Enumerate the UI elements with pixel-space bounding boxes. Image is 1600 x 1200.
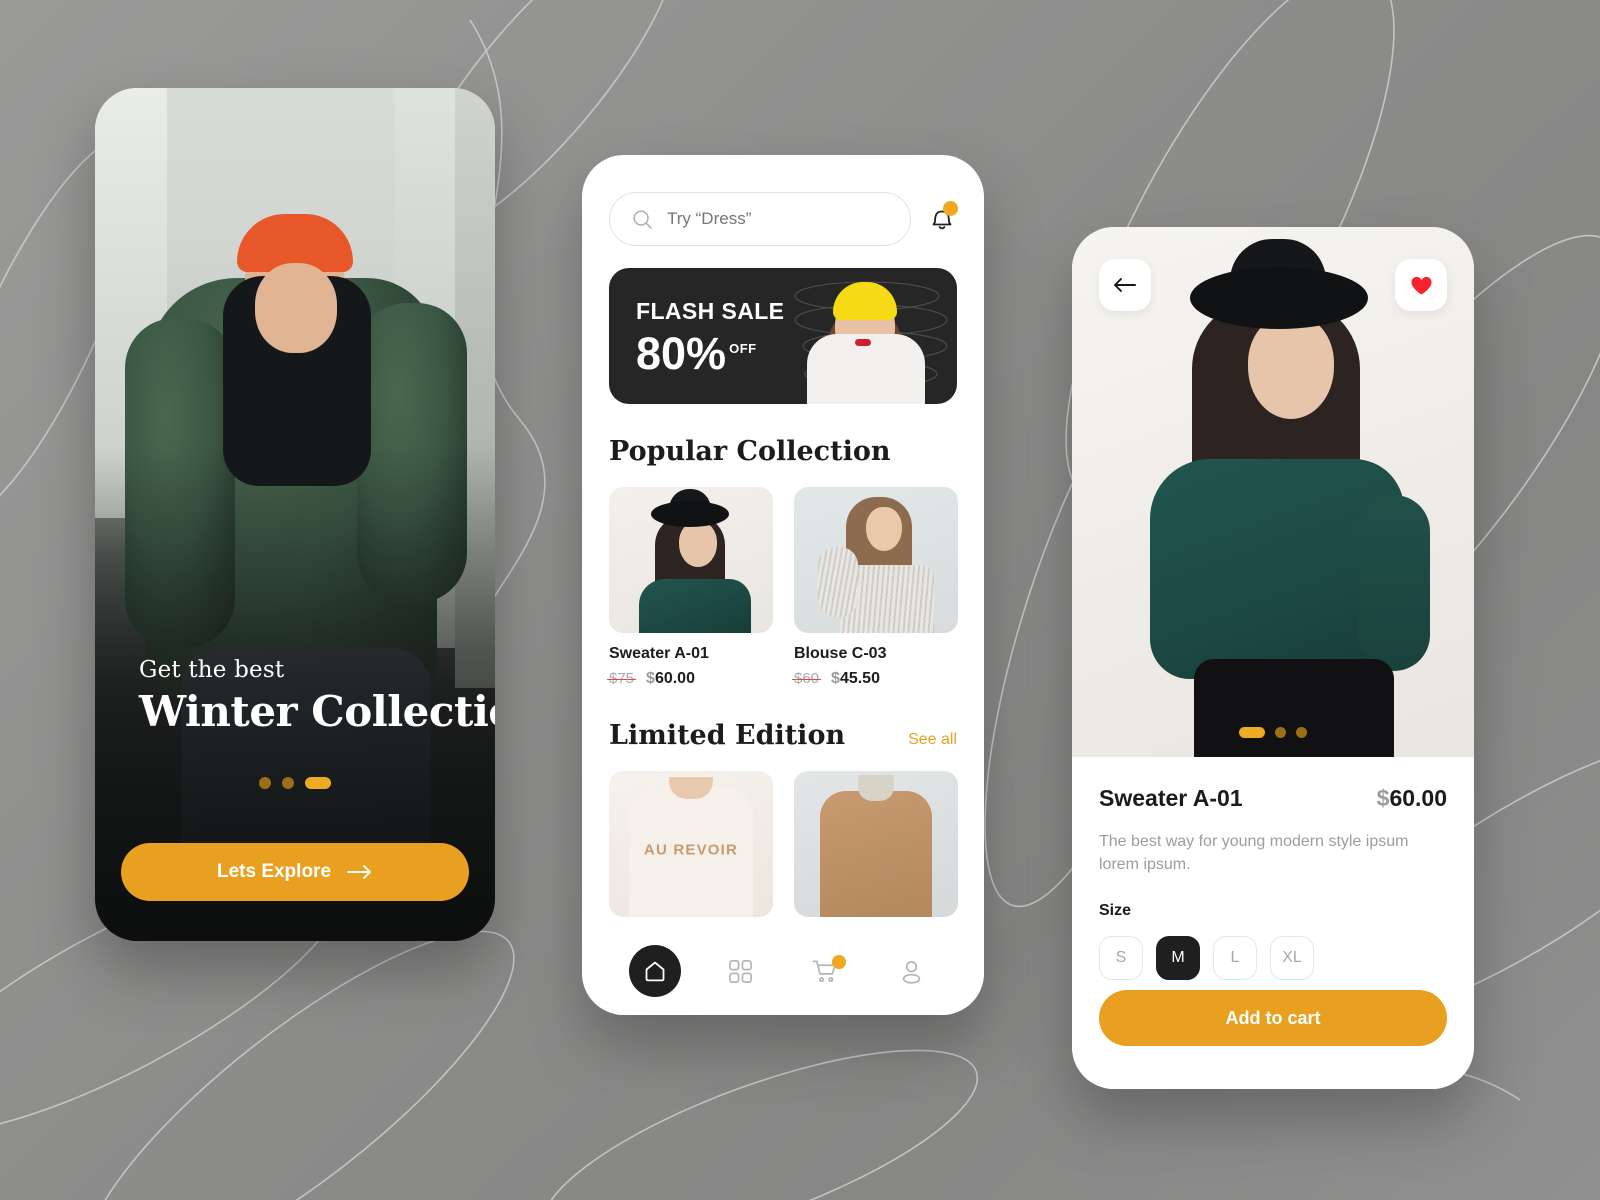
size-option-xl[interactable]: XL <box>1270 936 1314 981</box>
product-price: $60.00 <box>1377 785 1447 812</box>
product-description: The best way for young modern style ipsu… <box>1099 833 1409 874</box>
favorite-button[interactable] <box>1395 259 1447 311</box>
product-card[interactable]: AU REVOIR <box>609 771 773 917</box>
size-option-m[interactable]: M <box>1156 936 1200 981</box>
section-title-limited: Limited Edition <box>609 720 846 751</box>
banner-model-image <box>789 282 939 404</box>
user-icon <box>902 960 920 984</box>
carousel-dot[interactable] <box>259 777 271 789</box>
product-card[interactable] <box>794 771 958 917</box>
search-row <box>609 192 958 246</box>
product-detail-screen: Sweater A-01 $60.00 The best way for you… <box>1072 227 1474 1089</box>
product-name: Blouse C-03 <box>794 645 887 662</box>
arrow-left-icon <box>1114 278 1136 292</box>
currency-symbol: $ <box>1376 785 1390 811</box>
size-option-s[interactable]: S <box>1099 936 1143 981</box>
product-image <box>794 487 958 633</box>
tab-cart[interactable] <box>800 945 852 997</box>
flash-sale-percent: 80% <box>636 328 727 379</box>
currency-symbol: $ <box>831 670 840 687</box>
product-old-price: $60 <box>791 670 822 687</box>
product-info-panel: Sweater A-01 $60.00 The best way for you… <box>1072 757 1474 1089</box>
back-button[interactable] <box>1099 259 1151 311</box>
product-price-row: $75 $60.00 <box>606 670 773 688</box>
tab-home[interactable] <box>628 945 681 997</box>
price-value: 45.50 <box>839 670 880 687</box>
flash-sale-title: FLASH SALE <box>636 298 785 324</box>
product-price-row: $60 $45.50 <box>791 670 958 688</box>
product-image-dots[interactable] <box>1072 727 1474 738</box>
hero-title: Winter Collection <box>139 687 495 736</box>
product-grid-limited: AU REVOIR <box>609 771 958 917</box>
product-price: $45.50 <box>831 670 880 688</box>
flash-sale-off-label: OFF <box>729 341 757 356</box>
carousel-dot[interactable] <box>1296 727 1307 738</box>
product-name: Sweater A-01 <box>1099 785 1243 811</box>
lets-explore-button[interactable]: Lets Explore <box>121 843 469 901</box>
tab-categories[interactable] <box>714 945 766 997</box>
carousel-dot[interactable] <box>1275 727 1286 738</box>
product-price: $60.00 <box>646 670 695 688</box>
notification-button[interactable] <box>927 201 958 236</box>
bottom-navigation <box>582 927 984 1015</box>
product-image <box>609 487 773 633</box>
price-value: 60.00 <box>1389 785 1447 811</box>
carousel-dot-active[interactable] <box>1239 727 1265 738</box>
see-all-link[interactable]: See all <box>908 731 957 749</box>
search-icon <box>633 209 652 229</box>
product-image: AU REVOIR <box>609 771 773 917</box>
add-to-cart-button[interactable]: Add to cart <box>1099 990 1447 1046</box>
lets-explore-label: Lets Explore <box>216 861 332 882</box>
cart-badge <box>831 955 846 969</box>
flash-sale-percent-wrap: 80% OFF <box>636 331 757 376</box>
size-selector: S M L XL <box>1099 936 1447 981</box>
heart-icon <box>1410 276 1432 295</box>
hero-kicker: Get the best <box>139 657 285 683</box>
hero-text-block: Get the best Winter Collection <box>139 657 495 736</box>
product-graphic-text: AU REVOIR <box>643 841 739 859</box>
flash-sale-banner[interactable]: FLASH SALE 80% OFF <box>609 268 957 404</box>
banner-text-block: FLASH SALE 80% OFF <box>636 298 784 376</box>
hero-image <box>95 88 495 941</box>
search-input[interactable] <box>667 209 888 229</box>
product-grid-popular: Sweater A-01 $75 $60.00 Blouse C-03 $60 <box>606 487 958 688</box>
product-image <box>794 771 958 917</box>
size-option-l[interactable]: L <box>1213 936 1257 981</box>
product-name: Sweater A-01 <box>609 645 709 662</box>
onboarding-carousel-dots[interactable] <box>95 777 495 789</box>
search-box[interactable] <box>609 192 911 246</box>
currency-symbol: $ <box>646 670 655 687</box>
section-title-popular: Popular Collection <box>609 436 891 467</box>
onboarding-screen: Get the best Winter Collection Lets Expl… <box>95 88 495 941</box>
price-value: 60.00 <box>654 670 695 687</box>
section-header-limited: Limited Edition See all <box>609 720 957 751</box>
home-icon <box>645 961 665 982</box>
product-card[interactable]: Blouse C-03 $60 $45.50 <box>791 487 958 688</box>
grid-icon <box>728 959 752 983</box>
size-label: Size <box>1099 902 1132 920</box>
tab-profile[interactable] <box>885 945 937 997</box>
product-title-row: Sweater A-01 $60.00 <box>1099 785 1447 812</box>
notification-badge <box>943 201 958 216</box>
product-card[interactable]: Sweater A-01 $75 $60.00 <box>606 487 773 688</box>
product-old-price: $75 <box>606 670 637 687</box>
home-screen: FLASH SALE 80%OFF Popular Collection <box>582 155 984 1015</box>
section-header-popular: Popular Collection <box>609 436 957 467</box>
carousel-dot[interactable] <box>282 777 294 789</box>
carousel-dot-active[interactable] <box>305 777 331 789</box>
arrow-right-icon <box>347 865 371 879</box>
